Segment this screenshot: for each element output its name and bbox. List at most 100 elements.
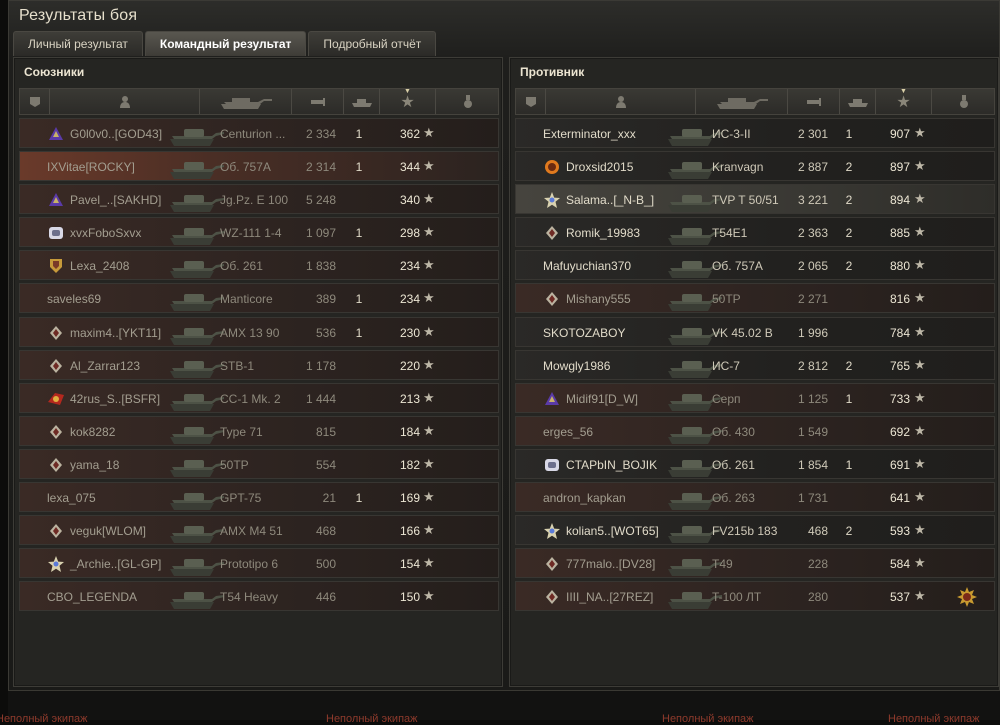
sun-medal-icon[interactable]	[956, 586, 978, 611]
player-row[interactable]: G0l0v0..[GOD43] Centurion ... 2 334 1 362 ★	[19, 118, 499, 148]
tank-name: Kranvagn	[712, 160, 764, 175]
tank-silhouette-icon	[168, 120, 224, 151]
player-name[interactable]: Midif91[D_W]	[566, 392, 638, 406]
player-name[interactable]: kolian5..[WOT65]	[566, 524, 659, 538]
player-row[interactable]: lexa_075 GPT-75 21 1 169 ★	[19, 482, 499, 513]
player-name[interactable]: G0l0v0..[GOD43]	[70, 127, 162, 141]
sort-damage-column[interactable]	[292, 89, 344, 114]
player-row[interactable]: IIII_NA..[27REZ] T-100 ЛТ 280 537 ★	[515, 581, 995, 612]
player-name[interactable]: maxim4..[YKT11]	[70, 326, 161, 340]
player-row[interactable]: Pavel_..[SAKHD] Jg.Pz. E 100 5 248 340 ★	[19, 184, 499, 215]
damage-value: 1 996	[797, 325, 828, 340]
player-row[interactable]: Exterminator_xxx ИС-3-II 2 301 1 907 ★	[515, 118, 995, 148]
player-name[interactable]: SKOTOZABOY	[543, 326, 625, 340]
player-name[interactable]: Mishany555	[566, 292, 631, 306]
allies-column-header: ▼ ★	[19, 88, 499, 115]
player-row[interactable]: andron_kapkan Об. 263 1 731 641 ★	[515, 482, 995, 513]
player-name[interactable]: Droxsid2015	[566, 160, 633, 174]
player-row[interactable]: Mishany555 50TP 2 271 816 ★	[515, 283, 995, 314]
sort-player-column[interactable]	[50, 89, 200, 114]
sort-kills-column[interactable]	[840, 89, 876, 114]
sort-player-column[interactable]	[546, 89, 696, 114]
player-name[interactable]: saveles69	[47, 292, 101, 306]
tank-silhouette-icon	[168, 252, 224, 283]
player-row[interactable]: Midif91[D_W] Серп 1 125 1 733 ★	[515, 382, 995, 413]
player-name[interactable]: Exterminator_xxx	[543, 127, 636, 141]
kills-value: 1	[355, 491, 363, 506]
sort-xp-column[interactable]: ▼ ★	[876, 88, 932, 114]
player-name[interactable]: _Archie..[GL-GP]	[70, 557, 161, 571]
sort-xp-column[interactable]: ▼ ★	[380, 88, 436, 114]
tank-name: Об. 757А	[712, 259, 763, 274]
tank-silhouette-icon	[168, 285, 224, 316]
player-name[interactable]: Romik_19983	[566, 226, 640, 240]
white-badge-icon	[543, 456, 561, 474]
player-row[interactable]: Salama..[_N-B_] TVP T 50/51 3 221 2 894 ★	[515, 184, 995, 215]
sort-medal-column[interactable]	[932, 89, 996, 114]
xp-value: 765	[889, 358, 910, 373]
player-name[interactable]: Al_Zarrar123	[70, 359, 140, 373]
player-row[interactable]: yama_18 50TP 554 182 ★	[19, 448, 499, 479]
player-name[interactable]: yama_18	[70, 458, 119, 472]
player-row[interactable]: veguk[WLOM] AMX M4 51 468 166 ★	[19, 515, 499, 546]
star-icon: ★	[423, 422, 435, 438]
sort-tank-column[interactable]	[696, 89, 788, 114]
player-row[interactable]: Droxsid2015 Kranvagn 2 887 2 897 ★	[515, 151, 995, 182]
xp-value: 169	[399, 491, 420, 506]
player-name[interactable]: Lexa_2408	[70, 259, 129, 273]
player-row[interactable]: CBO_LEGENDA T54 Heavy 446 150 ★	[19, 581, 499, 612]
player-name[interactable]: Mafuyuchian370	[543, 259, 631, 273]
sort-kills-column[interactable]	[344, 89, 380, 114]
tab-bar: Личный результат Командный результат Под…	[13, 31, 437, 56]
damage-value: 2 314	[305, 160, 336, 175]
player-row[interactable]: kolian5..[WOT65] FV215b 183 468 2 593 ★	[515, 515, 995, 546]
allies-title: Союзники	[24, 65, 85, 79]
tank-name: ИС-7	[712, 358, 740, 373]
red-badge-icon	[47, 390, 65, 408]
player-row[interactable]: IXVitae[ROCKY] Об. 757А 2 314 1 344 ★	[19, 151, 499, 182]
player-name[interactable]: 42rus_S..[BSFR]	[70, 392, 160, 406]
player-row[interactable]: _Archie..[GL-GP] Prototipo 6 500 154 ★	[19, 548, 499, 579]
player-row[interactable]: SKOTOZABOY VK 45.02 B 1 996 784 ★	[515, 316, 995, 347]
player-name[interactable]: Pavel_..[SAKHD]	[70, 193, 161, 207]
player-name[interactable]: lexa_075	[47, 491, 96, 505]
player-row[interactable]: 42rus_S..[BSFR] CC-1 Mk. 2 1 444 213 ★	[19, 382, 499, 413]
player-row[interactable]: Romik_19983 T54E1 2 363 2 885 ★	[515, 217, 995, 248]
player-name[interactable]: IXVitae[ROCKY]	[47, 160, 135, 174]
player-row[interactable]: CTAPbIN_BOJIK Об. 261 1 854 1 691 ★	[515, 448, 995, 479]
player-name[interactable]: veguk[WLOM]	[70, 524, 146, 538]
player-name[interactable]: 777malo..[DV28]	[566, 557, 655, 571]
player-row[interactable]: xvxFoboSxvx WZ-111 1-4 1 097 1 298 ★	[19, 217, 499, 248]
player-row[interactable]: maxim4..[YKT11] AMX 13 90 536 1 230 ★	[19, 316, 499, 347]
player-row[interactable]: saveles69 Manticore 389 1 234 ★	[19, 283, 499, 316]
player-name[interactable]: erges_56	[543, 425, 593, 439]
player-name[interactable]: andron_kapkan	[543, 491, 626, 505]
player-row[interactable]: Lexa_2408 Об. 261 1 838 234 ★	[19, 250, 499, 283]
tank-name: T-100 ЛТ	[712, 590, 762, 605]
player-name[interactable]: Salama..[_N-B_]	[566, 193, 654, 207]
sort-medal-column[interactable]	[436, 89, 500, 114]
player-name[interactable]: xvxFoboSxvx	[70, 226, 141, 240]
sort-badge-column[interactable]	[516, 89, 546, 114]
sort-damage-column[interactable]	[788, 89, 840, 114]
sort-tank-column[interactable]	[200, 89, 292, 114]
player-row[interactable]: kok8282 Type 71 815 184 ★	[19, 415, 499, 446]
player-name[interactable]: kok8282	[70, 425, 115, 439]
player-name[interactable]: IIII_NA..[27REZ]	[566, 590, 653, 604]
player-row[interactable]: Mafuyuchian370 Об. 757А 2 065 2 880 ★	[515, 250, 995, 281]
damage-value: 1 854	[797, 457, 828, 472]
tank-name: AMX 13 90	[220, 325, 280, 340]
crew-warning: Неполный экипаж	[0, 713, 88, 725]
player-name[interactable]: Mowgly1986	[543, 359, 610, 373]
star-icon: ★	[914, 356, 926, 372]
sort-badge-column[interactable]	[20, 89, 50, 114]
tab-team-result[interactable]: Командный результат	[144, 31, 307, 56]
player-name[interactable]: CTAPbIN_BOJIK	[566, 458, 657, 472]
player-row[interactable]: Al_Zarrar123 STB-1 1 178 220 ★	[19, 349, 499, 380]
player-row[interactable]: 777malo..[DV28] T49 228 584 ★	[515, 548, 995, 579]
player-row[interactable]: erges_56 Об. 430 1 549 692 ★	[515, 415, 995, 446]
tab-detailed-report[interactable]: Подробный отчёт	[308, 31, 437, 56]
tab-personal-result[interactable]: Личный результат	[13, 31, 143, 56]
player-row[interactable]: Mowgly1986 ИС-7 2 812 2 765 ★	[515, 349, 995, 380]
player-name[interactable]: CBO_LEGENDA	[47, 590, 137, 604]
